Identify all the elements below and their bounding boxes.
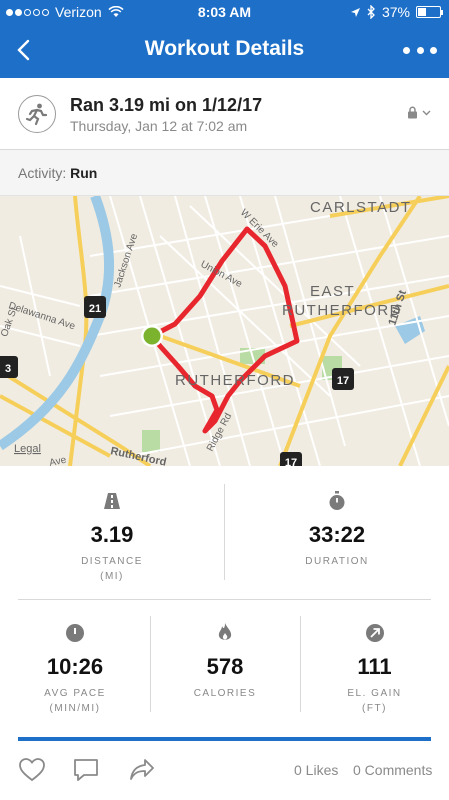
calories-label: CALORIES [193,688,257,699]
elevation-value: 111 [357,654,392,679]
map-label: Jackson Ave [112,232,140,289]
route-path [149,226,300,434]
status-right: 37% [350,4,443,20]
map-label: EAST [310,283,355,300]
workout-title: Ran 3.19 mi on 1/12/17 [70,95,263,115]
map-label: Ave [48,455,67,466]
distance-value: 3.19 [90,522,134,547]
social-bar: 0 Likes 0 Comments [0,741,449,800]
activity-value: Run [70,165,98,181]
route-shield-21: 21 [84,296,106,318]
park-area [142,430,160,452]
status-bar: Verizon 8:03 AM 37% [0,0,449,24]
comment-button[interactable] [72,757,100,783]
chevron-down-icon [422,110,431,115]
workout-header: Ran 3.19 mi on 1/12/17 Thursday, Jan 12 … [0,78,449,150]
heart-icon [19,758,45,782]
map-label: RUTHERFORD [282,302,402,319]
likes-count[interactable]: 0 Likes [294,762,338,778]
comments-count[interactable]: 0 Comments [353,762,432,778]
pace-value: 10:26 [46,654,104,679]
elevation-label: EL. GAIN [347,688,402,699]
svg-text:21: 21 [89,303,101,315]
stats-divider [18,599,431,600]
lock-icon [408,106,417,119]
activity-label: Activity: [18,165,67,181]
arrow-up-right-icon [364,622,386,644]
page-title: Workout Details [144,37,305,60]
flame-icon [214,622,236,644]
map-legal-link[interactable]: Legal [14,443,41,455]
map-label: Delawanna Ave [7,300,77,332]
stat-pace: 10:26 AVG PACE (MIN/MI) [0,622,150,714]
like-button[interactable] [18,757,46,783]
share-button[interactable] [128,757,156,783]
stat-calories: 578 CALORIES [150,622,300,699]
pace-label: AVG PACE [44,688,106,699]
battery-icon [416,6,443,18]
svg-text:3: 3 [5,363,11,375]
duration-value: 33:22 [308,522,366,547]
map-label: RUTHERFORD [175,372,295,389]
svg-text:17: 17 [337,375,349,387]
comment-icon [74,759,98,781]
privacy-selector[interactable] [407,106,431,119]
distance-unit: (MI) [100,571,124,582]
pace-unit: (MIN/MI) [49,703,101,714]
stat-distance: 3.19 DISTANCE (MI) [0,490,224,582]
calories-value: 578 [206,654,244,679]
svg-text:17: 17 [285,457,297,466]
location-arrow-icon [350,7,360,17]
route-shield-3: 3 [0,356,18,378]
activity-row: Activity: Run [0,150,449,196]
workout-datetime: Thursday, Jan 12 at 7:02 am [70,118,248,134]
speedometer-icon [64,622,86,644]
distance-label: DISTANCE [81,556,143,567]
stopwatch-icon [326,490,348,512]
nav-bar: Workout Details [0,24,449,78]
map-label: CARLSTADT [310,199,412,216]
activity-type: Activity: Run [18,165,97,181]
stat-elevation: 111 EL. GAIN (FT) [300,622,449,714]
stat-duration: 33:22 DURATION [225,490,449,567]
map-label: Oak St [0,306,20,339]
battery-percent: 37% [381,4,410,20]
share-icon [130,759,154,780]
more-horizontal-icon [403,46,410,54]
stats-top-row: 3.19 DISTANCE (MI) 33:22 DURATION [0,466,449,600]
more-options-button[interactable] [403,38,437,62]
elevation-unit: (FT) [362,703,387,714]
start-marker [143,327,161,345]
app-header: Verizon 8:03 AM 37% Workout Details [0,0,449,78]
duration-label: DURATION [305,556,369,567]
route-map[interactable]: 21 3 17 17 CARLSTADT EAST RUTHERFORD RUT… [0,196,449,466]
route-shield-17: 17 [280,452,302,466]
runner-icon [18,95,56,133]
bluetooth-icon [367,5,375,19]
route-shield-17: 17 [332,368,354,390]
road-icon [101,490,123,512]
